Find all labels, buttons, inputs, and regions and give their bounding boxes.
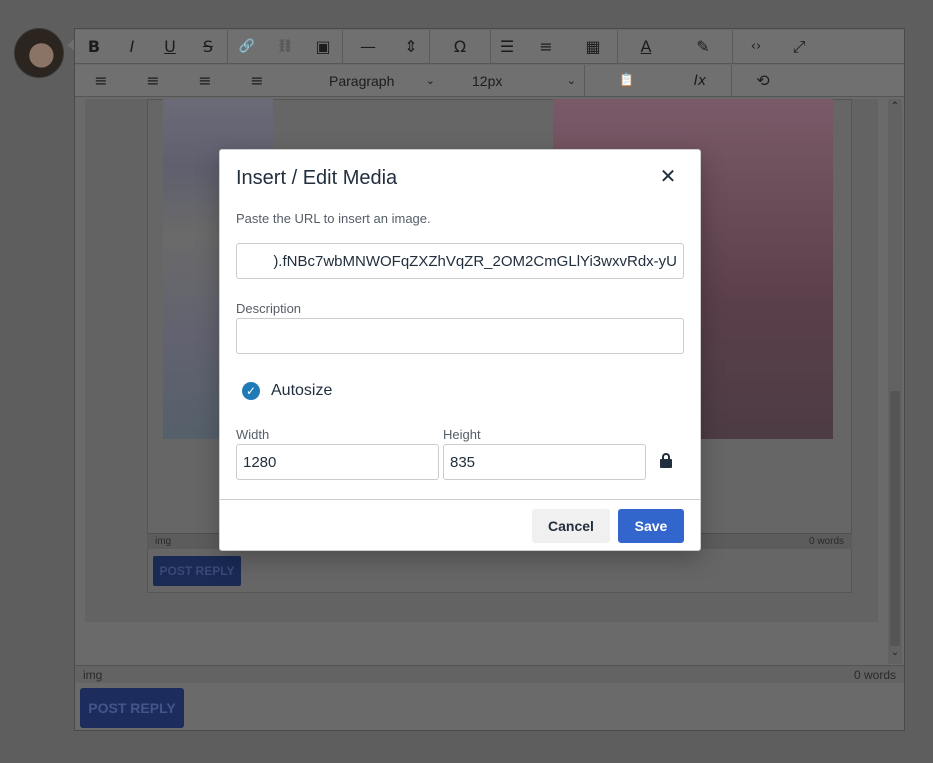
table-icon[interactable]: ▦ (569, 32, 617, 62)
insert-media-dialog: Insert / Edit Media ✕ Paste the URL to i… (219, 149, 701, 551)
quoted-post-reply-button[interactable]: POST REPLY (153, 556, 241, 586)
dialog-footer-divider (220, 499, 700, 500)
editor-scrollbar[interactable]: ⌃ ⌄ (888, 99, 902, 664)
dialog-title: Insert / Edit Media (236, 167, 398, 189)
strikethrough-icon[interactable]: S (189, 32, 227, 62)
italic-icon[interactable]: I (113, 32, 151, 62)
lock-body (660, 459, 672, 468)
word-count: 0 words (808, 536, 844, 547)
element-path: img (155, 536, 172, 547)
numbered-list-icon[interactable]: ≡ (523, 32, 569, 62)
align-right-icon[interactable]: ≡ (179, 66, 231, 96)
unlink-icon[interactable]: ⛓ (266, 32, 304, 62)
description-label: Description (236, 301, 302, 316)
width-value: 1280 (243, 453, 277, 471)
url-input[interactable]: ).fNBc7wbMNWOFqZXZhVqZR_2OM2CmGLlYi3wxvR… (236, 243, 684, 279)
word-count: 0 words (853, 668, 896, 682)
checkmark-icon: ✓ (242, 382, 260, 400)
underline-icon[interactable]: U (151, 32, 189, 62)
editor-toolbar-row-2: ≡ ≡ ≡ ≡ Paragraph ⌄ 12px ⌄ 📋 Ix ⟲ (75, 64, 904, 97)
align-left-icon[interactable]: ≡ (75, 66, 127, 96)
scroll-up-icon[interactable]: ⌃ (888, 101, 902, 112)
fullscreen-icon[interactable]: ⤢ (779, 32, 819, 62)
bold-icon[interactable]: B (75, 32, 113, 62)
height-value: 835 (450, 453, 476, 471)
autosize-checkbox[interactable]: ✓ Autosize (242, 382, 332, 400)
autosize-label: Autosize (271, 382, 333, 399)
width-label: Width (236, 427, 270, 442)
scroll-down-icon[interactable]: ⌄ (888, 647, 902, 658)
image-icon[interactable]: ▣ (304, 32, 342, 62)
chevron-down-icon: ⌄ (425, 74, 435, 87)
highlight-icon[interactable]: ✎ (674, 32, 732, 62)
height-input[interactable]: 835 (443, 444, 646, 480)
url-hint: Paste the URL to insert an image. (236, 211, 431, 226)
bullet-list-icon[interactable]: ☰ (491, 32, 523, 62)
paste-icon[interactable]: 📋 (585, 66, 669, 96)
clear-format-icon[interactable]: Ix (669, 66, 731, 96)
editor-toolbar-row-1: B I U S 🔗 ⛓ ▣ — ⇕ Ω ☰ ≡ ▦ A ✎ ‹› ⤢ (75, 29, 904, 64)
text-color-icon[interactable]: A (618, 32, 674, 62)
scrollbar-thumb[interactable] (890, 391, 900, 646)
block-format-value: Paragraph (329, 72, 395, 89)
post-reply-button[interactable]: POST REPLY (80, 688, 184, 728)
close-icon[interactable]: ✕ (656, 164, 680, 188)
description-input[interactable] (236, 318, 684, 354)
block-format-select[interactable]: Paragraph ⌄ (283, 66, 443, 96)
align-center-icon[interactable]: ≡ (127, 66, 179, 96)
avatar (14, 28, 77, 78)
link-icon[interactable]: 🔗 (228, 32, 266, 62)
width-input[interactable]: 1280 (236, 444, 439, 480)
history-icon[interactable]: ⟲ (732, 66, 794, 96)
cancel-button[interactable]: Cancel (532, 509, 610, 543)
height-label: Height (443, 427, 481, 442)
editor-statusbar: img 0 words (75, 665, 904, 683)
lock-icon[interactable] (660, 453, 672, 468)
url-value: ).fNBc7wbMNWOFqZXZhVqZR_2OM2CmGLlYi3wxvR… (273, 252, 677, 270)
chevron-down-icon: ⌄ (566, 74, 576, 87)
font-size-select[interactable]: 12px ⌄ (444, 66, 584, 96)
element-path: img (83, 668, 103, 682)
special-char-icon[interactable]: Ω (430, 32, 490, 62)
font-size-value: 12px (472, 72, 503, 89)
save-button[interactable]: Save (618, 509, 684, 543)
source-code-icon[interactable]: ‹› (733, 32, 779, 62)
align-justify-icon[interactable]: ≡ (231, 66, 283, 96)
horizontal-rule-icon[interactable]: — (343, 32, 393, 62)
page-break-icon[interactable]: ⇕ (393, 32, 429, 62)
